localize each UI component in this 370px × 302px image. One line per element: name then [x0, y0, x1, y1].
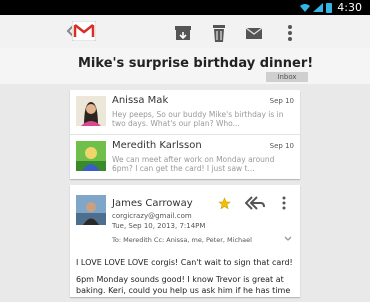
action-bar — [0, 15, 370, 49]
open-message-card: James Carroway corgicrazy@gmail.com Tue,… — [70, 185, 300, 297]
message-snippet: Hey peeps, So our buddy Mike's birthday … — [112, 110, 284, 128]
reply-all-icon[interactable] — [245, 196, 265, 210]
body-paragraph: I LOVE LOVE LOVE corgis! Can't wait to s… — [76, 258, 293, 267]
status-bar: 4:30 — [0, 0, 370, 15]
james-avatar — [76, 195, 106, 225]
meredith-avatar — [76, 141, 106, 171]
envelope-icon[interactable] — [243, 22, 265, 44]
status-time: 4:30 — [337, 1, 362, 14]
conversation-header: Mike's surprise birthday dinner! — [0, 48, 370, 84]
message-sender: Anissa Mak — [112, 95, 169, 106]
chevron-down-icon[interactable] — [284, 236, 292, 242]
star-icon[interactable] — [218, 197, 231, 210]
wifi-icon — [300, 4, 310, 12]
message-snippet: We can meet after work on Monday around … — [112, 155, 275, 173]
anissa-avatar — [76, 96, 106, 126]
body-paragraph: 6pm Monday sounds good! I know Trevor is… — [76, 275, 291, 295]
sender-email: corgicrazy@gmail.com — [112, 212, 192, 220]
message-datetime: Tue, Sep 10, 2013, 7:14PM — [112, 222, 206, 230]
signal-icon — [313, 3, 323, 12]
message-item[interactable]: Anissa Mak Sep 10 Hey peeps, So our budd… — [70, 90, 300, 135]
open-message-sender: James Carroway — [112, 198, 193, 209]
collapsed-messages-card: Anissa Mak Sep 10 Hey peeps, So our budd… — [70, 90, 300, 179]
message-item[interactable]: Meredith Karlsson Sep 10 We can meet aft… — [70, 135, 300, 179]
message-body: I LOVE LOVE LOVE corgis! Can't wait to s… — [76, 257, 294, 302]
conversation-subject: Mike's surprise birthday dinner! — [78, 56, 314, 71]
battery-icon — [326, 3, 332, 13]
gmail-logo-icon[interactable] — [72, 21, 96, 41]
message-date: Sep 10 — [269, 97, 294, 105]
trash-icon[interactable] — [208, 22, 230, 44]
message-date: Sep 10 — [269, 142, 294, 150]
message-recipients[interactable]: To: Meredith Cc: Anissa, me, Peter, Mich… — [112, 236, 252, 244]
archive-icon[interactable] — [172, 22, 194, 44]
message-sender: Meredith Karlsson — [112, 140, 202, 151]
inbox-label-chip[interactable]: Inbox — [266, 72, 308, 82]
overflow-menu-icon[interactable] — [279, 22, 301, 44]
overflow-menu-icon[interactable] — [280, 196, 288, 210]
